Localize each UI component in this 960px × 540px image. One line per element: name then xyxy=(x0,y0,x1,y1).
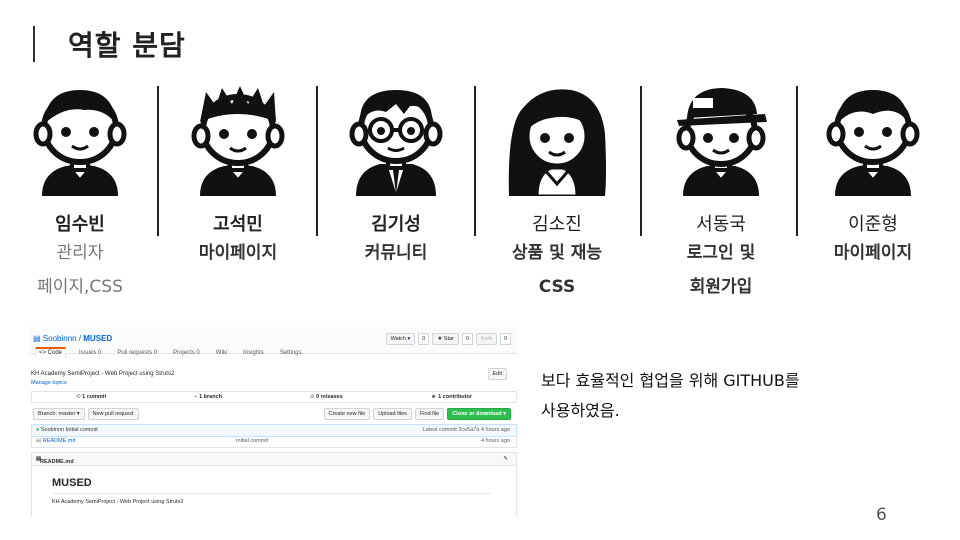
file-age: 4 hours ago xyxy=(480,438,510,444)
member-role-line: 회원가입 xyxy=(689,277,753,297)
boy-cap-avatar-icon xyxy=(676,88,767,196)
member-card: 임수빈 관리자 페이지,CSS xyxy=(5,84,155,304)
member-role-line: 관리자 xyxy=(56,243,104,263)
repo-description: KH Academy SemiProject - Web Project usi… xyxy=(31,371,175,377)
member-card: 고석민 마이페이지 xyxy=(163,84,313,270)
boy-glasses-avatar-icon xyxy=(349,90,443,196)
tab-projects[interactable]: Projects 0 xyxy=(170,349,203,358)
column-divider xyxy=(474,86,476,236)
member-name: 임수빈 xyxy=(55,214,105,235)
member-role-line: 페이지,CSS xyxy=(37,277,123,297)
member-role: 마이페이지 xyxy=(163,236,313,270)
repo-header: ▤ Soobinnn / MUSED Watch ▾ 0 ★ Star 0 Fo… xyxy=(29,327,517,358)
fork-button[interactable]: Fork xyxy=(475,333,497,345)
new-pull-request-button[interactable]: New pull request xyxy=(87,408,139,420)
member-name: 고석민 xyxy=(213,214,263,235)
page-number: 6 xyxy=(876,505,887,525)
member-card: 김기성 커뮤니티 xyxy=(321,84,471,270)
member-role: 로그인 및 회원가입 xyxy=(646,236,796,304)
readme-divider xyxy=(52,493,492,494)
tab-issues[interactable]: Issues 0 xyxy=(76,349,104,358)
branch-select[interactable]: Branch: master ▾ xyxy=(33,408,85,420)
member-role-line: CSS xyxy=(538,277,576,297)
tab-wiki[interactable]: Wiki xyxy=(213,349,230,358)
tab-insights[interactable]: Insights xyxy=(240,349,267,358)
column-divider xyxy=(640,86,642,236)
github-note: 보다 효율적인 협업을 위해 GITHUB를 사용하였음. xyxy=(541,366,881,426)
create-file-button[interactable]: Create new file xyxy=(323,408,371,420)
boy-avatar-icon xyxy=(33,90,127,196)
member-card: 서동국 로그인 및 회원가입 xyxy=(646,84,796,304)
branches-link[interactable]: ⑂ 1 branch xyxy=(194,394,222,400)
repo-path[interactable]: ▤ Soobinnn / MUSED xyxy=(33,334,112,343)
title-accent-bar xyxy=(33,26,35,62)
fork-count: 0 xyxy=(499,333,511,345)
upload-files-button[interactable]: Upload files xyxy=(373,408,412,420)
readme-header-label: ▤ README.md xyxy=(36,456,74,465)
file-row: ▤ README.md Initial commit 4 hours ago xyxy=(31,436,517,448)
member-name: 서동국 xyxy=(696,214,746,235)
branch-toolbar: Branch: master ▾ New pull request Create… xyxy=(31,408,515,420)
readme-title: MUSED xyxy=(52,477,92,489)
manage-topics-link[interactable]: Manage topics xyxy=(31,380,67,386)
latest-commit-info[interactable]: Latest commit 3ce5a7a 4 hours ago xyxy=(423,427,510,433)
member-card: 이준형 마이페이지 xyxy=(798,84,948,270)
releases-link[interactable]: ⊘ 0 releases xyxy=(310,394,343,400)
member-role-line: 로그인 및 xyxy=(686,243,756,263)
girl-avatar-icon xyxy=(508,89,606,196)
member-role: 마이페이지 xyxy=(798,236,948,270)
tab-code[interactable]: <> Code xyxy=(35,347,67,358)
find-file-button[interactable]: Find file xyxy=(414,408,445,420)
file-commit-message[interactable]: Initial commit xyxy=(236,438,268,444)
member-role: 커뮤니티 xyxy=(321,236,471,270)
boy-avatar-icon xyxy=(826,90,920,196)
member-role-line: 커뮤니티 xyxy=(364,243,428,263)
tab-pull-requests[interactable]: Pull requests 0 xyxy=(114,349,160,358)
people-icon: ☻ xyxy=(430,394,439,400)
book-icon: ▤ xyxy=(33,334,43,343)
member-name: 김기성 xyxy=(371,214,421,235)
repo-stats: ⟲ 1 commit ⑂ 1 branch ⊘ 0 releases ☻ 1 c… xyxy=(31,391,517,403)
repo-owner[interactable]: Soobinnn xyxy=(43,334,77,343)
commits-link[interactable]: ⟲ 1 commit xyxy=(76,394,106,400)
member-role-line: 마이페이지 xyxy=(198,243,278,263)
star-count: 0 xyxy=(461,333,473,345)
member-card: 김소진 상품 및 재능 CSS xyxy=(482,84,632,304)
member-role-line: 상품 및 재능 xyxy=(511,243,603,263)
latest-commit-message[interactable]: ● Soobinnn Initial commit xyxy=(36,427,98,433)
readme-text: KH Academy SemiProject - Web Project usi… xyxy=(52,499,184,505)
tab-settings[interactable]: Settings xyxy=(277,349,305,358)
boy-spiky-hair-avatar-icon xyxy=(191,86,285,196)
member-role-line: 마이페이지 xyxy=(833,243,913,263)
column-divider xyxy=(316,86,318,236)
slide-title: 역할 분담 xyxy=(68,29,186,62)
watch-button[interactable]: Watch ▾ xyxy=(385,333,416,345)
clone-download-button[interactable]: Clone or download ▾ xyxy=(447,408,511,420)
repo-actions: Watch ▾ 0 ★ Star 0 Fork 0 xyxy=(385,333,511,345)
repo-name[interactable]: MUSED xyxy=(83,334,112,343)
member-role: 관리자 페이지,CSS xyxy=(5,236,155,304)
contributors-link[interactable]: ☻ 1 contributor xyxy=(431,394,472,400)
column-divider xyxy=(157,86,159,236)
readme-header: ▤ README.md ✎ xyxy=(31,452,517,466)
repo-tabs: <> Code Issues 0 Pull requests 0 Project… xyxy=(35,347,305,358)
file-link[interactable]: ▤ README.md xyxy=(36,438,75,444)
github-repo-screenshot: ▤ Soobinnn / MUSED Watch ▾ 0 ★ Star 0 Fo… xyxy=(29,327,517,517)
note-line: 보다 효율적인 협업을 위해 GITHUB를 xyxy=(541,371,800,390)
readme-body: MUSED KH Academy SemiProject - Web Proje… xyxy=(31,465,517,517)
note-line: 사용하였음. xyxy=(541,401,620,420)
watch-count: 0 xyxy=(418,333,430,345)
edit-button[interactable]: Edit xyxy=(487,368,507,380)
file-icon: ▤ xyxy=(36,438,43,444)
member-name: 이준형 xyxy=(848,214,898,235)
member-role: 상품 및 재능 CSS xyxy=(482,236,632,304)
pencil-icon[interactable]: ✎ xyxy=(503,456,508,462)
member-name: 김소진 xyxy=(532,214,582,235)
star-button[interactable]: ★ Star xyxy=(432,333,459,345)
